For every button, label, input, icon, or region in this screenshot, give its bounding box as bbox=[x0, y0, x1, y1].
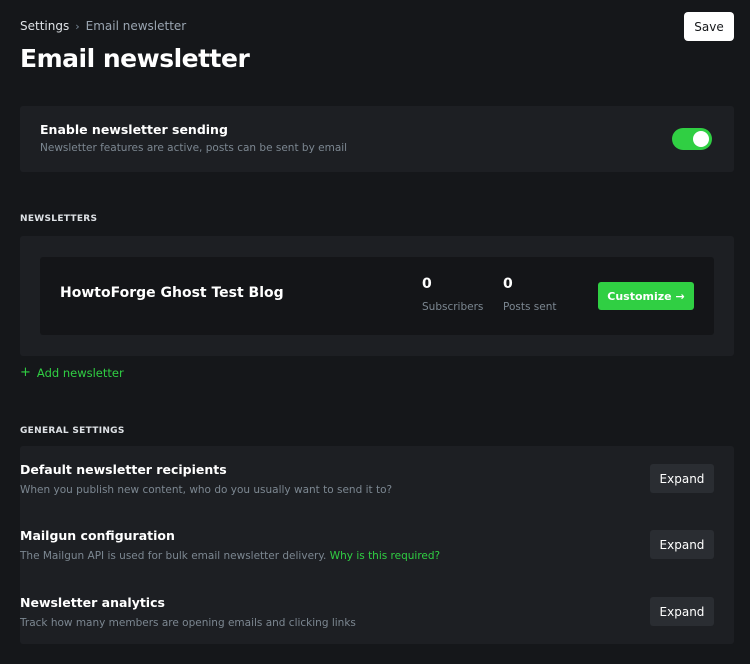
breadcrumb: Settings › Email newsletter bbox=[20, 19, 186, 33]
why-required-link[interactable]: Why is this required? bbox=[330, 550, 440, 562]
setting-title: Newsletter analytics bbox=[20, 595, 165, 610]
add-newsletter-label: Add newsletter bbox=[36, 365, 124, 380]
customize-button[interactable]: Customize → bbox=[598, 282, 694, 310]
setting-row-mailgun: Mailgun configuration The Mailgun API is… bbox=[20, 528, 440, 562]
subscribers-stat: 0 Subscribers bbox=[422, 276, 483, 313]
setting-description: The Mailgun API is used for bulk email n… bbox=[20, 550, 440, 562]
expand-mailgun-button[interactable]: Expand bbox=[650, 530, 714, 559]
newsletter-card[interactable]: HowtoForge Ghost Test Blog 0 Subscribers… bbox=[40, 257, 714, 335]
add-newsletter-link[interactable]: + Add newsletter bbox=[20, 365, 124, 380]
page-title: Email newsletter bbox=[20, 44, 250, 73]
posts-sent-count: 0 bbox=[503, 276, 513, 292]
setting-row-analytics: Newsletter analytics Track how many memb… bbox=[20, 595, 356, 629]
subscribers-label: Subscribers bbox=[422, 301, 484, 313]
general-settings-section-label: GENERAL SETTINGS bbox=[20, 426, 125, 436]
toggle-knob bbox=[693, 131, 709, 147]
plus-icon: + bbox=[20, 365, 31, 380]
newsletter-name: HowtoForge Ghost Test Blog bbox=[60, 285, 284, 301]
posts-sent-stat: 0 Posts sent bbox=[503, 276, 556, 313]
newsletters-section-label: NEWSLETTERS bbox=[20, 214, 98, 224]
setting-row-default-recipients: Default newsletter recipients When you p… bbox=[20, 462, 392, 496]
enable-newsletter-title: Enable newsletter sending bbox=[40, 122, 228, 137]
chevron-right-icon: › bbox=[75, 19, 80, 33]
enable-newsletter-description: Newsletter features are active, posts ca… bbox=[40, 142, 348, 154]
setting-title: Default newsletter recipients bbox=[20, 462, 227, 477]
enable-newsletter-panel: Enable newsletter sending Newsletter fea… bbox=[20, 106, 734, 172]
posts-sent-label: Posts sent bbox=[503, 301, 557, 313]
setting-description: When you publish new content, who do you… bbox=[20, 484, 393, 496]
setting-description: Track how many members are opening email… bbox=[20, 617, 356, 629]
enable-newsletter-toggle[interactable] bbox=[672, 128, 712, 150]
breadcrumb-settings-link[interactable]: Settings bbox=[20, 19, 69, 33]
expand-default-recipients-button[interactable]: Expand bbox=[650, 464, 714, 493]
mailgun-description-text: The Mailgun API is used for bulk email n… bbox=[20, 550, 327, 562]
save-button[interactable]: Save bbox=[684, 12, 734, 41]
breadcrumb-current: Email newsletter bbox=[85, 19, 187, 33]
expand-analytics-button[interactable]: Expand bbox=[650, 597, 714, 626]
subscribers-count: 0 bbox=[422, 276, 432, 292]
setting-title: Mailgun configuration bbox=[20, 528, 175, 543]
